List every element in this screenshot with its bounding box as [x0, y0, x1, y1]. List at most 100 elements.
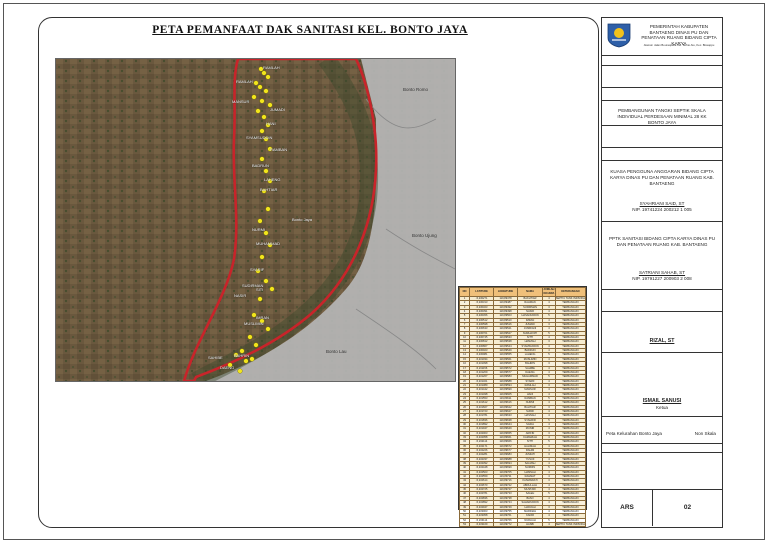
- household-point: [261, 70, 267, 76]
- table-row: 9 -5,230701 119,89527 NURHAYATI 5 TERBANGUN: [458, 330, 587, 337]
- checker-role: Ketua: [655, 405, 668, 410]
- household-point: [263, 168, 269, 174]
- drafter-name: RIZAL, ST: [649, 338, 675, 344]
- point-label: BAHRIN: [234, 353, 250, 358]
- divider: [602, 443, 722, 444]
- table-cell: SYAMSUDDIN: [516, 343, 544, 350]
- table-row: 33 -5,232058 119,89661 KAMARIAH 4 TERBANGUN: [458, 434, 587, 441]
- household-table: NO LATITUDE LONGITUDE NAMA JUMLAH KK/JIWA KET…: [458, 286, 587, 528]
- blank-row: [602, 66, 722, 88]
- table-column-header: LATITUDE: [469, 287, 495, 297]
- household-point: [259, 128, 265, 134]
- table-row: 43 -5,232614 119,89716 KASMAWATI 3 TERBANGUN: [458, 478, 587, 484]
- bantaeng-logo: [607, 23, 631, 48]
- point-label: RAMBAN: [270, 147, 288, 152]
- table-row: 19 -5,231267 119,89583 MUHAMMAD 5 TERBANGUN: [458, 374, 587, 380]
- point-label: SAHIBE: [208, 355, 223, 360]
- project-cell: PEMBANGUNAN TANGKI SEPTIK SKALA INDIVIDU…: [602, 101, 722, 126]
- project-title: PEMBANGUNAN TANGKI SEPTIK SKALA INDIVIDU…: [617, 108, 707, 125]
- point-label: LAHENG: [264, 177, 281, 182]
- pptk-cell: PPTK SANITASI BIDANG CIPTA KARYA DINAS P…: [602, 222, 722, 290]
- household-point: [265, 326, 271, 332]
- table-cell: 53: [458, 521, 471, 528]
- place-label-bonto-ujung: Bonto Ujung: [412, 233, 437, 238]
- table-column-header: NO: [458, 287, 471, 297]
- table-cell: HASBI: [516, 521, 544, 528]
- place-label-bonto-romo: Bonto Romo: [403, 87, 429, 92]
- header-address: Alamat: Jalan Bouraquella Kel. Bonto Atu…: [643, 43, 715, 47]
- household-point: [255, 108, 261, 114]
- table-header: NO LATITUDE LONGITUDE NAMA JUMLAH KK/JIWA KET…: [458, 287, 587, 297]
- point-label: NASIR: [234, 293, 247, 298]
- blank-row: [602, 290, 722, 312]
- blank-row: [602, 88, 722, 101]
- table-row: 53 -5,233169 119,89772 HASBI 4 SEPTIC TANK IN…: [458, 521, 587, 528]
- table-column-header: JUMLAH KK/JIWA: [542, 287, 556, 297]
- household-point: [251, 94, 257, 100]
- blank-row: [602, 148, 722, 161]
- household-point: [253, 80, 259, 86]
- checker-cell: ISMAIL SANUSI Ketua: [602, 353, 722, 417]
- drawing-code: ARS: [620, 504, 634, 511]
- table-row: 48 -5,232892 119,89744 SAHARUDDIN 4 TERBANGUN: [458, 500, 587, 506]
- table-row: 12 -5,230867 119,89544 SYAMSUDDIN 4 TERBANGUN: [458, 343, 587, 350]
- sheet-number: 02: [683, 504, 692, 511]
- blank-row: [602, 126, 722, 148]
- kpa-title: KUASA PENGGUNA ANGGARAN BIDANG CIPTA KAR…: [610, 169, 714, 186]
- map-name: Peta Kelurahan Bonto Jaya: [606, 431, 662, 436]
- table-row: 3 -5,230323 119,89492 SUDIRMAN 3 TERBANGUN: [458, 304, 587, 311]
- table-row: 5 -5,230456 119,89503 HASANUDDIN 5 TERBANGUN: [458, 313, 587, 319]
- pptk-nip: NIP. 19791227 200903 2 008: [632, 276, 692, 281]
- household-point: [253, 342, 259, 348]
- place-label-bonto-lau: Bonto Lau: [326, 349, 347, 354]
- table-cell: 119,89772: [493, 521, 518, 528]
- point-label: SITI: [256, 287, 264, 292]
- point-label: RAMLAH: [236, 79, 253, 84]
- household-point: [243, 358, 249, 364]
- household-point: [265, 206, 271, 212]
- table-cell: SEPTIC TANK INDIVIDUAL: [554, 295, 587, 302]
- point-label: BAHTIAR: [260, 187, 278, 192]
- table-column-header: LONGITUDE: [493, 287, 518, 297]
- point-label: BADRUN: [252, 163, 269, 168]
- point-label: JUMADI: [270, 107, 285, 112]
- pptk-name: SATRIANI SAHAB, ST: [638, 270, 686, 275]
- household-point: [257, 296, 263, 302]
- household-point: [257, 84, 263, 90]
- household-point: [263, 88, 269, 94]
- table-body: 1 -5,230271 119,89478 BAKHTIAR 4 SEPTIC TANK …: [458, 295, 587, 528]
- table-column-header: KETERANGAN: [554, 287, 587, 297]
- place-label-bonto-jaya: Bonto Jaya: [292, 217, 313, 222]
- household-point: [259, 98, 265, 104]
- household-point: [259, 156, 265, 162]
- blank-row: [602, 453, 722, 490]
- map-scale: Non Skala: [694, 431, 716, 436]
- household-point: [269, 286, 275, 292]
- household-point: [263, 278, 269, 284]
- map-canvas: [56, 59, 455, 381]
- table-row: 44 -5,232670 119,89722 ABDULLAH 4 TERBANGUN: [458, 482, 587, 489]
- point-label: MUHAMMAD: [256, 241, 280, 246]
- household-point: [259, 254, 265, 260]
- kpa-nip: NIP. 19741224 200212 1 005: [632, 207, 692, 212]
- code-cell: ARS 02: [602, 490, 722, 526]
- point-label: RAMLAH: [263, 65, 280, 70]
- household-point: [265, 74, 271, 80]
- kpa-name: SYAHRIANI SAID, ST: [639, 201, 685, 206]
- header-cell: PEMERINTAH KABUPATEN BANTAENG DINAS PU D…: [602, 18, 722, 56]
- map-info-cell: Peta Kelurahan Bonto Jaya Non Skala: [602, 417, 722, 453]
- checker-name: ISMAIL SANUSI: [642, 398, 682, 404]
- satellite-map: Bonto Romo Bonto Jaya Bonto Lau Bonto Uj…: [55, 58, 456, 382]
- table-column-header: NAMA: [516, 287, 544, 297]
- household-point: [237, 368, 243, 374]
- household-point: [249, 356, 255, 362]
- point-label: MANSUR: [232, 99, 250, 104]
- point-label: SYAMSUDDIN: [246, 135, 273, 140]
- table-cell: SEPTIC TANK INDIVIDUAL: [554, 521, 587, 528]
- pptk-title: PPTK SANITASI BIDANG CIPTA KARYA DINAS P…: [608, 236, 716, 247]
- point-label: NURMI: [252, 227, 266, 232]
- point-label: HANI: [266, 121, 276, 126]
- map-title: PETA PEMANFAAT DAK SANITASI KEL. BONTO J…: [152, 24, 468, 36]
- blank-row: [602, 56, 722, 66]
- drafter-cell: RIZAL, ST: [602, 312, 722, 353]
